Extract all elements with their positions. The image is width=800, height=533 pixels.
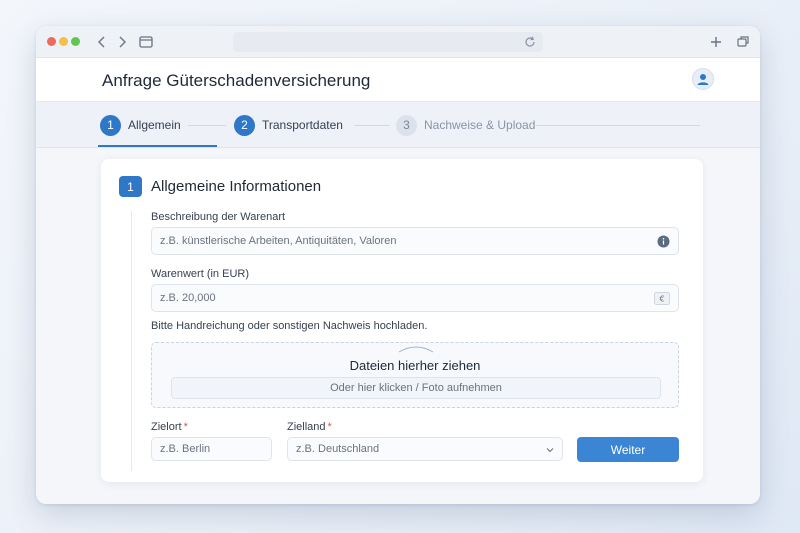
step-nachweise-upload[interactable]: 3 Nachweise & Upload	[396, 114, 535, 136]
form-card: 1 Allgemeine Informationen Beschreibung …	[101, 159, 703, 482]
step-transportdaten[interactable]: 2 Transportdaten	[234, 114, 343, 136]
step-number: 1	[100, 114, 121, 136]
destination-placeholder: z.B. Berlin	[160, 443, 211, 455]
page-title: Anfrage Güterschadenversicherung	[102, 71, 371, 90]
goods-description-placeholder: z.B. künstlerische Arbeiten, Antiquitäte…	[160, 235, 397, 247]
dropzone-title: Dateien hierher ziehen	[349, 358, 481, 373]
file-dropzone[interactable]: Dateien hierher ziehen Oder hier klicken…	[151, 342, 679, 408]
section-title: Allgemeine Informationen	[151, 178, 322, 195]
chevron-down-icon	[546, 448, 554, 453]
step-label: Allgemein	[128, 118, 181, 132]
step-connector	[354, 125, 390, 126]
progress-stepper: 1 Allgemein 2 Transportdaten 3 Nachweise…	[36, 102, 760, 148]
reload-icon[interactable]	[523, 35, 537, 49]
step-label: Transportdaten	[262, 118, 343, 132]
step-allgemein[interactable]: 1 Allgemein	[100, 114, 181, 136]
country-select[interactable]: z.B. Deutschland	[287, 437, 563, 461]
step-label: Nachweise & Upload	[424, 118, 536, 132]
country-placeholder: z.B. Deutschland	[296, 443, 380, 455]
browser-window: Anfrage Güterschadenversicherung 1 Allge…	[36, 26, 760, 504]
destination-label: Zielort *	[151, 421, 188, 433]
sidebar-icon[interactable]	[136, 32, 156, 52]
minimize-window-button[interactable]	[59, 37, 68, 46]
section-divider	[131, 211, 132, 471]
step-number: 2	[234, 114, 255, 136]
address-bar[interactable]	[233, 32, 543, 52]
goods-value-input[interactable]: z.B. 20,000 €	[151, 284, 679, 312]
user-avatar[interactable]	[692, 68, 714, 90]
chevron-left-icon[interactable]	[92, 32, 112, 52]
close-window-button[interactable]	[47, 37, 56, 46]
goods-description-label: Beschreibung der Warenart	[151, 211, 286, 223]
plus-icon[interactable]	[706, 32, 726, 52]
upload-button[interactable]: Oder hier klicken / Foto aufnehmen	[171, 377, 661, 399]
required-marker: *	[183, 421, 188, 433]
goods-value-label: Warenwert (in EUR)	[151, 268, 249, 280]
chevron-right-icon[interactable]	[112, 32, 132, 52]
goods-description-input[interactable]: z.B. künstlerische Arbeiten, Antiquitäte…	[151, 227, 679, 255]
country-label-text: Zielland	[287, 421, 326, 433]
tabs-icon[interactable]	[733, 32, 753, 52]
svg-text:€: €	[659, 295, 664, 304]
destination-label-text: Zielort	[151, 421, 182, 433]
next-button[interactable]: Weiter	[577, 437, 679, 462]
upload-arc-icon	[398, 346, 434, 353]
active-step-indicator	[98, 145, 217, 147]
browser-toolbar	[36, 26, 760, 58]
required-marker: *	[327, 421, 332, 433]
section-number-badge: 1	[119, 176, 142, 197]
destination-input[interactable]: z.B. Berlin	[151, 437, 272, 461]
goods-value-placeholder: z.B. 20,000	[160, 292, 216, 304]
step-number: 3	[396, 114, 417, 136]
app-header: Anfrage Güterschadenversicherung	[36, 58, 760, 102]
euro-icon: €	[654, 292, 670, 305]
maximize-window-button[interactable]	[71, 37, 80, 46]
upload-hint: Bitte Handreichung oder sonstigen Nachwe…	[151, 320, 428, 332]
step-connector	[536, 125, 700, 126]
step-connector	[188, 125, 226, 126]
user-icon	[697, 74, 709, 85]
country-label: Zielland *	[287, 421, 332, 433]
info-icon[interactable]	[657, 235, 670, 248]
